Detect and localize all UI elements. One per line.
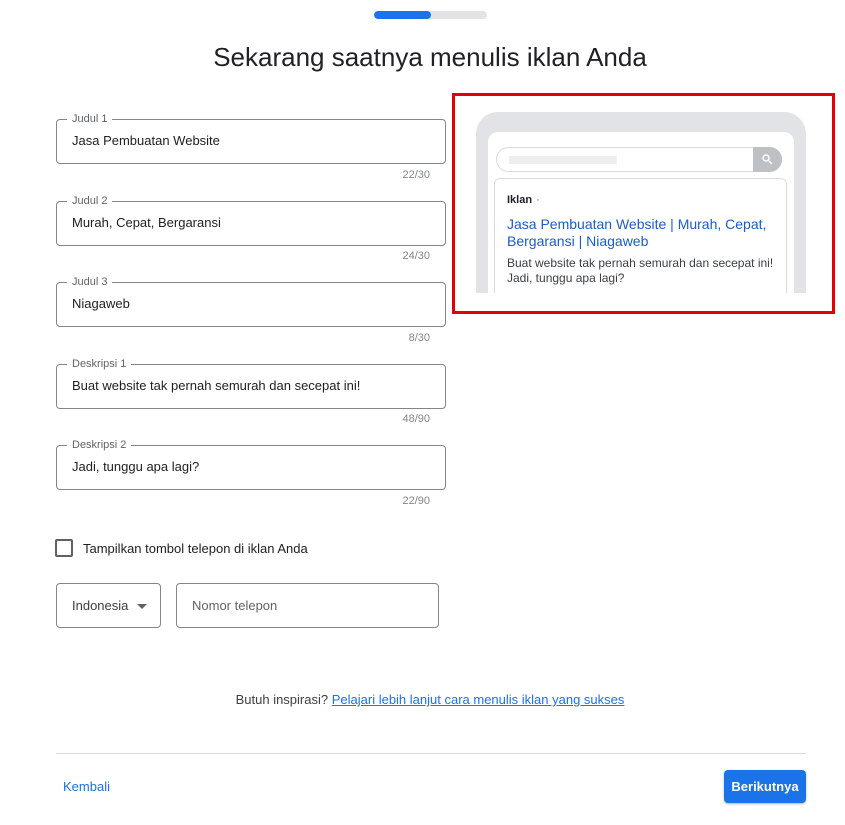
call-button-checkbox[interactable] bbox=[55, 539, 73, 557]
checkbox-label: Tampilkan tombol telepon di iklan Anda bbox=[83, 540, 308, 556]
char-counter: 22/30 bbox=[402, 169, 430, 181]
char-counter: 24/30 bbox=[402, 250, 430, 262]
headline-2-field[interactable]: Judul 2 Murah, Cepat, Bergaransi bbox=[56, 194, 446, 246]
field-value: Jasa Pembuatan Website bbox=[72, 133, 220, 148]
field-label: Deskripsi 1 bbox=[67, 357, 132, 371]
field-value: Buat website tak pernah semurah dan sece… bbox=[72, 378, 361, 393]
preview-highlight-frame bbox=[452, 93, 835, 314]
page-title: Sekarang saatnya menulis iklan Anda bbox=[213, 42, 647, 72]
progress-fill bbox=[374, 11, 431, 19]
back-button[interactable]: Kembali bbox=[57, 775, 116, 798]
field-label: Judul 3 bbox=[67, 275, 113, 289]
char-counter: 22/90 bbox=[402, 495, 430, 507]
char-counter: 48/90 bbox=[402, 413, 430, 425]
country-value: Indonesia bbox=[72, 598, 129, 613]
divider bbox=[56, 753, 806, 754]
inspiration-text: Butuh inspirasi? bbox=[235, 692, 329, 707]
char-counter: 8/30 bbox=[408, 332, 430, 344]
inspiration-line: Butuh inspirasi? Pelajari lebih lanjut c… bbox=[0, 692, 845, 707]
description-2-field[interactable]: Deskripsi 2 Jadi, tunggu apa lagi? bbox=[56, 438, 446, 490]
progress-bar bbox=[374, 11, 487, 19]
field-label: Judul 2 bbox=[67, 194, 113, 208]
chevron-down-icon bbox=[137, 604, 147, 609]
headline-1-field[interactable]: Judul 1 Jasa Pembuatan Website bbox=[56, 112, 446, 164]
field-label: Judul 1 bbox=[67, 112, 113, 126]
field-value: Jadi, tunggu apa lagi? bbox=[72, 459, 200, 474]
description-1-field[interactable]: Deskripsi 1 Buat website tak pernah semu… bbox=[56, 357, 446, 409]
phone-number-input[interactable] bbox=[176, 583, 439, 628]
field-value: Niagaweb bbox=[72, 296, 130, 311]
headline-3-field[interactable]: Judul 3 Niagaweb bbox=[56, 275, 446, 327]
field-value: Murah, Cepat, Bergaransi bbox=[72, 215, 221, 230]
call-button-option[interactable]: Tampilkan tombol telepon di iklan Anda bbox=[55, 539, 308, 557]
country-select[interactable]: Indonesia bbox=[56, 583, 161, 628]
next-button[interactable]: Berikutnya bbox=[724, 770, 806, 803]
learn-more-link[interactable]: Pelajari lebih lanjut cara menulis iklan… bbox=[332, 692, 625, 707]
field-label: Deskripsi 2 bbox=[67, 438, 132, 452]
